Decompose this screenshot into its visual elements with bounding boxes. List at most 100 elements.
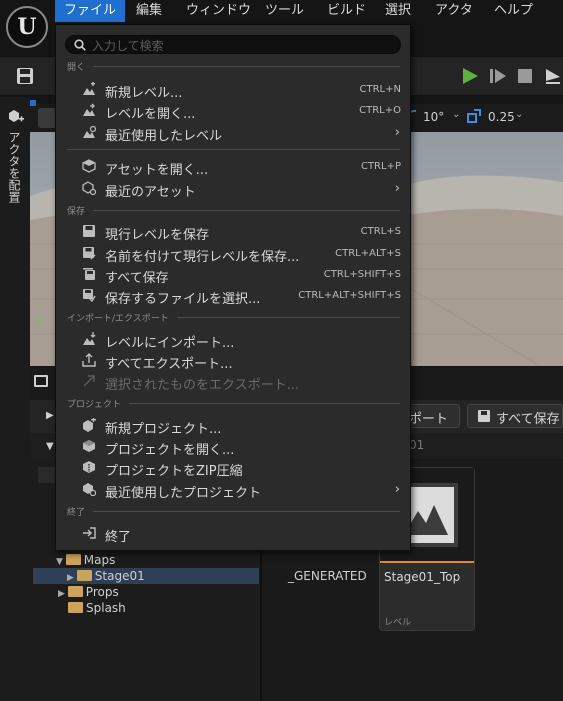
viewport-focus-marker: [30, 100, 36, 106]
advance-frame-icon[interactable]: [489, 67, 507, 85]
choose-files-icon: [83, 289, 96, 302]
menu-select[interactable]: 選択: [376, 0, 420, 22]
play-icon[interactable]: [460, 66, 480, 86]
menu-item-save-as[interactable]: 名前を付けて現行レベルを保存... CTRL+ALT+S: [57, 243, 409, 265]
eject-icon[interactable]: [544, 67, 562, 85]
menu-item-label: 最近使用したプロジェクト: [105, 486, 262, 501]
menu-item-label: 選択されたものをエクスポート...: [105, 378, 300, 393]
folder-icon: [68, 602, 83, 613]
menu-window[interactable]: ウィンドウ: [177, 0, 260, 22]
menu-item-open-asset[interactable]: アセットを開く... CTRL+P: [57, 156, 409, 178]
menu-item-label: プロジェクトを開く...: [105, 443, 235, 458]
new-level-icon: [83, 82, 95, 95]
scale-snap-value[interactable]: 0.25: [488, 110, 515, 124]
place-actors-label[interactable]: アクタを配置: [6, 131, 23, 203]
menu-item-label: アセットを開く...: [105, 163, 209, 178]
asset-type-bar: [380, 561, 474, 563]
save-icon: [83, 225, 95, 237]
expand-arrow-icon[interactable]: ▶: [46, 410, 54, 421]
menu-item-shortcut: CTRL+O: [359, 105, 401, 116]
save-all-icon: [83, 268, 95, 280]
menu-item-label: 新規プロジェクト...: [105, 422, 222, 437]
scale-snap-icon: [467, 109, 481, 123]
save-all-button[interactable]: すべて保存: [467, 404, 563, 428]
menu-item-export-all[interactable]: すべてエクスポート...: [57, 350, 409, 372]
recent-level-icon: [83, 125, 96, 138]
menu-item-save-all[interactable]: すべて保存 CTRL+SHIFT+S: [57, 264, 409, 286]
place-actors-icon[interactable]: [8, 109, 24, 125]
menu-item-recent-levels[interactable]: 最近使用したレベル ›: [57, 122, 409, 144]
tree-item-label: Maps: [83, 553, 116, 567]
menu-edit[interactable]: 編集: [127, 0, 171, 22]
open-asset-icon: [82, 159, 96, 173]
zip-icon: [83, 461, 95, 473]
save-toolbar-icon[interactable]: [16, 67, 34, 85]
open-level-icon: [83, 103, 95, 116]
export-icon: [82, 353, 96, 367]
menu-item-new-project[interactable]: 新規プロジェクト...: [57, 415, 409, 437]
search-placeholder: 入力して検索: [92, 39, 164, 53]
expanded-arrow-icon: ▼: [56, 557, 66, 567]
menu-search-box[interactable]: 入力して検索: [65, 35, 401, 54]
menu-item-label: すべてエクスポート...: [105, 357, 233, 372]
import-button-label: ポート: [409, 412, 449, 427]
tree-item-props[interactable]: ▶ Props: [58, 585, 119, 601]
section-label: 開く: [67, 63, 86, 73]
path-fragment[interactable]: 01: [409, 438, 424, 452]
menu-item-exit[interactable]: 終了: [57, 523, 409, 545]
section-label: プロジェクト: [67, 400, 122, 410]
menu-build[interactable]: ビルド: [318, 0, 375, 22]
open-project-icon: [83, 440, 95, 452]
generated-folder-label[interactable]: _GENERATED: [288, 569, 367, 583]
chevron-down-icon[interactable]: ⌄: [452, 109, 460, 120]
menu-actor[interactable]: アクタ: [426, 0, 482, 22]
menu-item-open-project[interactable]: プロジェクトを開く...: [57, 436, 409, 458]
menu-item-save-current[interactable]: 現行レベルを保存 CTRL+S: [57, 221, 409, 243]
chevron-down-icon[interactable]: ⌄: [515, 109, 523, 120]
menu-item-shortcut: CTRL+SHIFT+S: [323, 269, 401, 280]
menu-item-label: 最近使用したレベル: [105, 129, 223, 144]
menu-item-recent-projects[interactable]: 最近使用したプロジェクト ›: [57, 479, 409, 501]
section-exit: 終了: [67, 505, 400, 518]
section-save: 保存: [67, 204, 400, 217]
asset-name: Stage01_Top: [384, 570, 461, 584]
menu-item-import-level[interactable]: レベルにインポート...: [57, 329, 409, 351]
tree-item-splash[interactable]: Splash: [68, 601, 126, 617]
menu-item-zip-project[interactable]: プロジェクトをZIP圧縮: [57, 457, 409, 479]
search-icon: [74, 39, 86, 51]
menu-item-shortcut: CTRL+ALT+S: [335, 248, 401, 259]
submenu-arrow-icon: ›: [394, 125, 400, 140]
rotation-snap-value[interactable]: 10°: [423, 110, 444, 124]
axis-y-label: Y: [36, 316, 43, 327]
stop-icon[interactable]: [518, 69, 532, 83]
menu-item-recent-assets[interactable]: 最近のアセット ›: [57, 178, 409, 200]
menu-file[interactable]: ファイル: [55, 0, 126, 22]
content-browser-icon: [34, 375, 48, 387]
export-selected-icon: [83, 375, 95, 387]
menu-item-open-level[interactable]: レベルを開く... CTRL+O: [57, 100, 409, 122]
menu-item-label: レベルにインポート...: [105, 336, 235, 351]
import-icon: [83, 332, 96, 345]
menu-item-choose-files[interactable]: 保存するファイルを選択... CTRL+ALT+SHIFT+S: [57, 285, 409, 307]
menu-help[interactable]: ヘルプ: [485, 0, 542, 22]
section-project: プロジェクト: [67, 397, 400, 410]
section-import-export: インポート/エクスポート: [67, 311, 400, 324]
submenu-arrow-icon: ›: [394, 482, 400, 497]
menu-item-label: プロジェクトをZIP圧縮: [105, 464, 243, 479]
section-label: インポート/エクスポート: [67, 314, 169, 324]
menu-item-shortcut: CTRL+P: [360, 161, 401, 172]
collapsed-arrow-icon: ▶: [67, 573, 77, 583]
menu-item-label: レベルを開く...: [105, 107, 196, 122]
unreal-logo-icon[interactable]: U: [6, 6, 48, 48]
menu-item-label: 最近のアセット: [105, 185, 196, 200]
menu-item-export-selected: 選択されたものをエクスポート...: [57, 371, 409, 393]
menu-tools[interactable]: ツール: [256, 0, 313, 22]
tree-item-maps[interactable]: ▼ Maps: [56, 553, 115, 569]
menu-item-new-level[interactable]: 新規レベル... CTRL+N: [57, 79, 409, 101]
recent-asset-icon: [82, 181, 96, 195]
folder-icon: [76, 570, 92, 581]
recent-project-icon: [83, 483, 96, 496]
menu-item-label: 終了: [105, 530, 132, 545]
tree-item-stage01[interactable]: ▶ Stage01: [67, 569, 145, 585]
collapse-arrow-icon[interactable]: ▼: [46, 441, 54, 452]
